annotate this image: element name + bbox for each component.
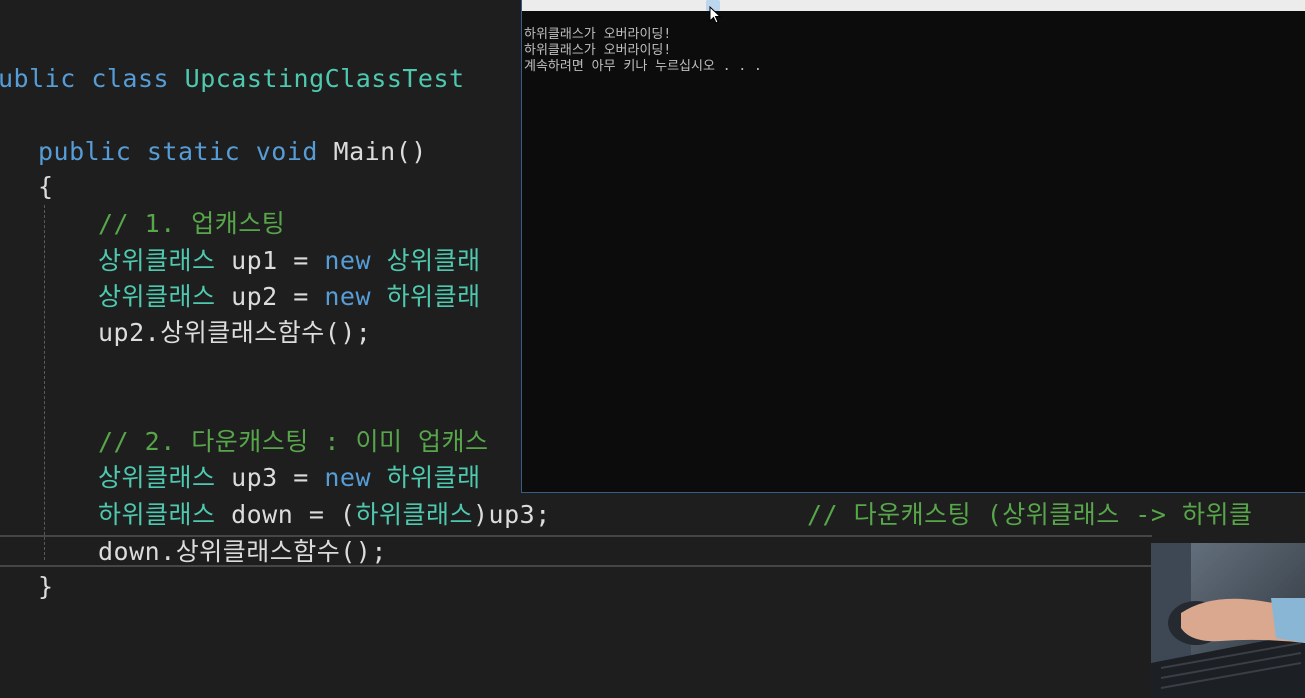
console-line: 계속하려면 아무 키나 누르십시오 . . . [524, 59, 762, 74]
type-name: 상위클래스 [98, 282, 216, 311]
code-text: up3 = [215, 463, 325, 492]
method-name: Main() [333, 137, 427, 166]
type-name: 상위클래스 [98, 463, 216, 492]
code-line-open-brace[interactable]: { [38, 172, 54, 202]
keyword: ublic [0, 64, 76, 93]
code-text: up2.상위클래스함수(); [98, 318, 372, 347]
keyword: new [324, 282, 372, 311]
code-line-up2[interactable]: 상위클래스 up2 = new 하위클래 [98, 282, 481, 312]
console-titlebar[interactable] [522, 0, 1305, 11]
brace: { [38, 172, 54, 201]
keyword: new [324, 246, 372, 275]
code-text: up1 = [215, 246, 325, 275]
code-line-up1[interactable]: 상위클래스 up1 = new 상위클래 [98, 246, 481, 276]
code-line-up3[interactable]: 상위클래스 up3 = new 하위클래 [98, 463, 481, 493]
code-line-down-call[interactable]: down.상위클래스함수(); [98, 537, 387, 567]
code-line-down[interactable]: 하위클래스 down = (하위클래스)up3; [98, 500, 551, 530]
comment: // 2. 다운캐스팅 : 이미 업캐스 [98, 427, 489, 456]
keyword: void [255, 137, 318, 166]
code-line-comment-2[interactable]: // 2. 다운캐스팅 : 이미 업캐스 [98, 427, 489, 457]
code-text: )up3; [473, 500, 551, 529]
keyword: static [146, 137, 241, 166]
console-window[interactable]: 하위클래스가 오버라이딩! 하위클래스가 오버라이딩! 계속하려면 아무 키나 … [521, 0, 1305, 493]
keyword: new [324, 463, 372, 492]
mouse-pointer-icon [709, 6, 722, 24]
indent-guide [44, 205, 45, 560]
comment: // 다운캐스팅 (상위클래스 -> 하위클 [807, 500, 1253, 529]
keyword: public [38, 137, 132, 166]
code-text: up2 = [215, 282, 325, 311]
type-name: 상위클래 [371, 246, 481, 275]
code-line-down-comment[interactable]: // 다운캐스팅 (상위클래스 -> 하위클 [807, 500, 1252, 530]
type-name: 하위클래 [371, 463, 481, 492]
class-name: UpcastingClassTest [184, 64, 465, 93]
type-name: 상위클래스 [98, 246, 216, 275]
console-line: 하위클래스가 오버라이딩! [524, 27, 672, 42]
keyword: class [91, 64, 170, 93]
code-line-up2-call[interactable]: up2.상위클래스함수(); [98, 318, 371, 348]
code-text: down.상위클래스함수(); [98, 537, 387, 566]
code-line-comment-1[interactable]: // 1. 업캐스팅 [98, 209, 285, 239]
console-output: 하위클래스가 오버라이딩! 하위클래스가 오버라이딩! 계속하려면 아무 키나 … [524, 11, 762, 75]
code-line-main[interactable]: public static void Main() [38, 137, 427, 167]
console-line: 하위클래스가 오버라이딩! [524, 43, 672, 58]
code-line-close-brace[interactable]: } [38, 572, 54, 602]
webcam-image [1151, 543, 1305, 698]
brace: } [38, 572, 54, 601]
type-name: 하위클래스 [98, 500, 216, 529]
type-name: 하위클래스 [355, 500, 473, 529]
comment: // 1. 업캐스팅 [98, 209, 286, 238]
type-name: 하위클래 [371, 282, 481, 311]
code-line-class[interactable]: ublic class UpcastingClassTest [0, 64, 465, 94]
code-text: down = ( [215, 500, 356, 529]
webcam-overlay [1151, 543, 1305, 698]
